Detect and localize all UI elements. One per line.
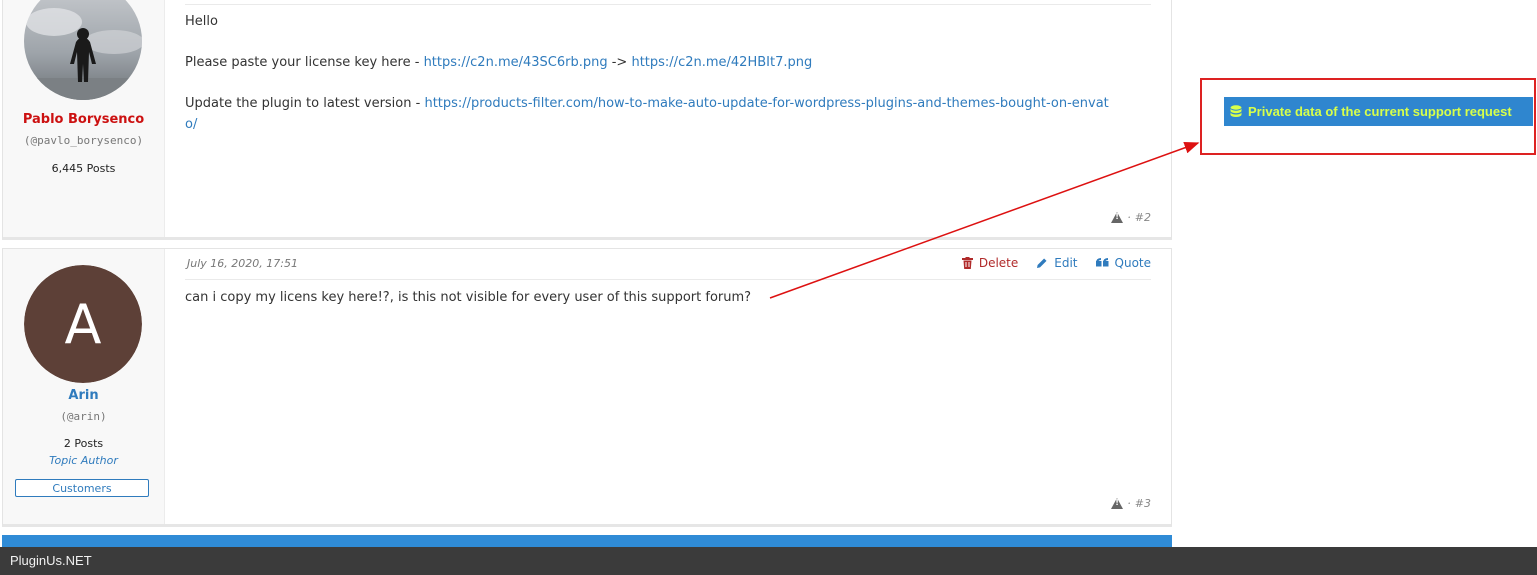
edit-button[interactable]: Edit <box>1036 256 1078 270</box>
reply-post-3: A Arin (@arin) 2 Posts Topic Author Cust… <box>2 248 1172 527</box>
author-role: Topic Author <box>49 454 118 467</box>
post-paragraph: Hello <box>185 14 218 29</box>
author-handle: (@pavlo_borysenco) <box>23 134 144 147</box>
avatar-photo <box>24 0 142 100</box>
reply-post-2: Pablo Borysenco (@pavlo_borysenco) 6,445… <box>2 0 1172 240</box>
author-panel: A Arin (@arin) 2 Posts Topic Author Cust… <box>3 249 165 524</box>
delete-button[interactable]: Delete <box>961 256 1018 270</box>
report-warning-icon[interactable] <box>1111 498 1124 509</box>
trash-icon <box>961 257 973 269</box>
report-separator: · <box>1127 211 1131 224</box>
author-panel: Pablo Borysenco (@pavlo_borysenco) 6,445… <box>3 0 165 237</box>
author-post-count: 2 Posts <box>63 437 104 450</box>
post-body: can i copy my licens key here!?, is this… <box>185 288 1151 329</box>
reply-content: July 16, 2020, 17:51 Delete Edit Quote c… <box>185 249 1151 524</box>
private-data-button[interactable]: Private data of the current support requ… <box>1224 97 1533 126</box>
post-number[interactable]: #3 <box>1135 497 1151 510</box>
author-post-count: 6,445 Posts <box>51 162 116 175</box>
avatar[interactable] <box>24 0 142 100</box>
license-screenshot-link-2[interactable]: https://c2n.me/42HBIt7.png <box>631 55 812 70</box>
reply-header-divider <box>185 4 1151 5</box>
reply-header-divider <box>185 279 1151 280</box>
avatar[interactable]: A <box>24 265 142 383</box>
footer-brand: PluginUs.NET <box>10 553 92 568</box>
avatar-letter: A <box>65 293 102 356</box>
license-screenshot-link-1[interactable]: https://c2n.me/43SC6rb.png <box>424 55 608 70</box>
quote-icon <box>1095 257 1109 266</box>
quote-button[interactable]: Quote <box>1095 256 1151 270</box>
customers-badge[interactable]: Customers <box>15 479 149 497</box>
post-paragraph: Please paste your license key here - htt… <box>185 55 813 70</box>
post-body: Hello Please paste your license key here… <box>185 12 1151 156</box>
reply-content: Hello Please paste your license key here… <box>185 0 1151 237</box>
post-actions: Delete Edit Quote <box>961 256 1151 270</box>
author-name[interactable]: Arin <box>3 388 164 403</box>
post-footer: · #3 <box>1111 497 1151 510</box>
author-handle: (@arin) <box>60 410 107 423</box>
footer-bar: PluginUs.NET <box>0 547 1537 575</box>
post-number[interactable]: #2 <box>1135 211 1151 224</box>
post-date: July 16, 2020, 17:51 <box>187 257 298 270</box>
report-separator: · <box>1127 497 1131 510</box>
post-footer: · #2 <box>1111 211 1151 224</box>
author-name[interactable]: Pablo Borysenco <box>3 112 164 127</box>
report-warning-icon[interactable] <box>1111 212 1124 223</box>
pencil-icon <box>1037 258 1047 268</box>
database-icon <box>1230 104 1242 117</box>
private-data-button-label: Private data of the current support requ… <box>1248 104 1512 119</box>
post-paragraph: Update the plugin to latest version - ht… <box>185 96 1109 132</box>
post-paragraph: can i copy my licens key here!?, is this… <box>185 290 752 305</box>
avatar-letter-image: A <box>24 265 142 383</box>
